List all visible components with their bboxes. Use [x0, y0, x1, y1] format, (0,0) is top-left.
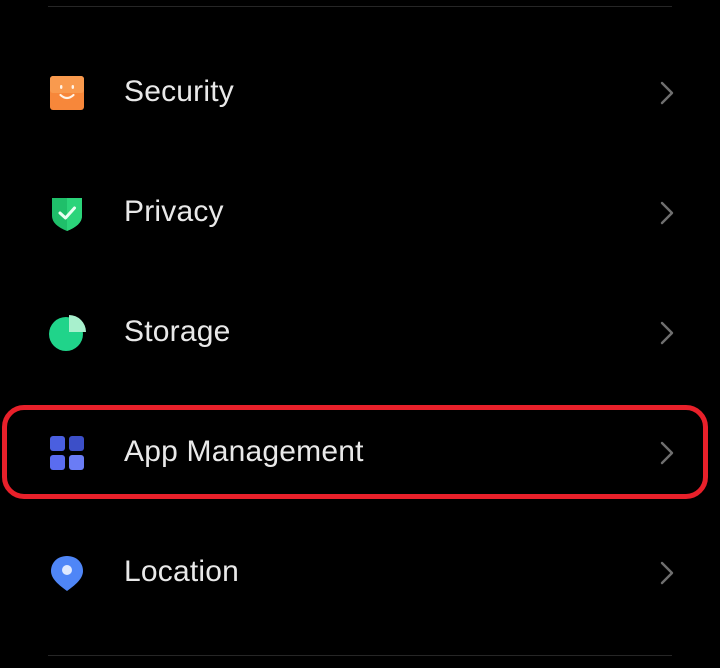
location-pin-icon [48, 554, 86, 592]
chevron-right-icon [658, 440, 676, 466]
settings-item-security[interactable]: Security [0, 32, 720, 152]
top-divider [48, 6, 672, 7]
chevron-right-icon [658, 560, 676, 586]
settings-item-app-management[interactable]: App Management [0, 392, 720, 512]
shield-check-icon [48, 194, 86, 232]
chevron-right-icon [658, 200, 676, 226]
settings-list: Security Privacy Storage App Management … [0, 32, 720, 632]
bottom-divider [48, 655, 672, 656]
security-face-icon [48, 74, 86, 112]
settings-item-label: Security [124, 75, 234, 108]
settings-item-label: Privacy [124, 195, 224, 228]
settings-item-privacy[interactable]: Privacy [0, 152, 720, 272]
settings-item-label: Location [124, 555, 240, 588]
settings-item-location[interactable]: Location [0, 512, 720, 632]
settings-item-label: Storage [124, 315, 231, 348]
app-grid-icon [48, 434, 86, 472]
settings-item-label: App Management [124, 435, 364, 468]
settings-item-storage[interactable]: Storage [0, 272, 720, 392]
pie-chart-icon [48, 314, 86, 352]
chevron-right-icon [658, 80, 676, 106]
chevron-right-icon [658, 320, 676, 346]
